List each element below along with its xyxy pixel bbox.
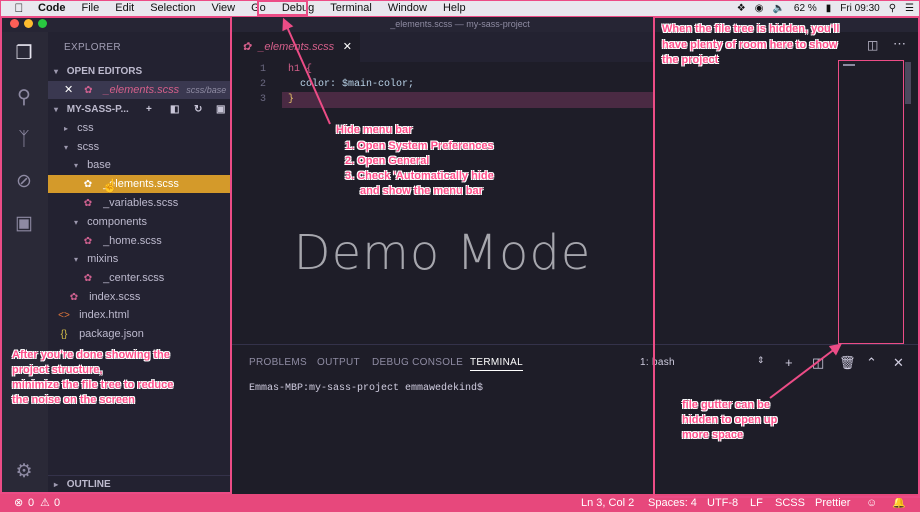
annotation-menu-step: 3. Check 'Automatically hide [345, 170, 494, 182]
annotation-menu-title: Hide menu bar [336, 124, 413, 136]
tab-terminal[interactable]: TERMINAL [470, 357, 523, 371]
cursor-position[interactable]: Ln 3, Col 2 [581, 494, 634, 512]
demo-mode-overlay: Demo Mode [293, 225, 592, 281]
annotation-sidebar: After you're done showing the [12, 349, 170, 361]
annotation-sidebar: the noise on the screen [12, 394, 135, 406]
code-line: color: $main-color; [288, 79, 415, 90]
annotation-menu-step: 1. Open System Preferences [345, 140, 494, 152]
annotation-sidebar: project structure, [12, 364, 103, 376]
annotation-menu-step: 2. Open General [345, 155, 430, 167]
error-count[interactable]: 0 [28, 494, 34, 512]
error-icon[interactable]: ⊗ [14, 494, 23, 512]
annotation-gutter: more space [682, 429, 744, 441]
annotation-filetree: the project [662, 54, 719, 66]
tab-elements-scss[interactable]: ✿ _elements.scss ✕ [232, 32, 360, 62]
editor-tabs: ✿ _elements.scss ✕ [232, 32, 653, 62]
close-icon[interactable]: ✕ [343, 32, 352, 62]
code-line: h1 { [288, 64, 313, 75]
tab-problems[interactable]: PROBLEMS [249, 357, 307, 368]
annotation-filetree: When the file tree is hidden, you'll [662, 23, 840, 35]
warning-count[interactable]: 0 [54, 494, 60, 512]
hand-cursor-icon: ☝ [102, 178, 119, 193]
line-number: 2 [259, 79, 266, 90]
tab-debug-console[interactable]: DEBUG CONSOLE [372, 357, 463, 368]
code-editor[interactable]: 1 2 3 h1 { color: $main-color; } [232, 62, 653, 344]
sidebar-highlight [0, 16, 232, 494]
line-number: 1 [259, 64, 266, 75]
terminal-prompt[interactable]: Emmas-MBP:my-sass-project emmawedekind$ [249, 383, 483, 394]
annotation-menu-step: and show the menu bar [360, 185, 483, 197]
current-line-highlight [282, 92, 653, 108]
annotation-gutter: file gutter can be [682, 399, 771, 411]
tab-label: _elements.scss [258, 41, 335, 53]
code-line: } [288, 94, 295, 105]
annotation-gutter: hidden to open up [682, 414, 778, 426]
sass-file-icon: ✿ [242, 41, 252, 53]
tab-output[interactable]: OUTPUT [317, 357, 360, 368]
annotation-filetree: have plenty of room here to show [662, 39, 838, 51]
annotation-sidebar: minimize the file tree to reduce [12, 379, 174, 391]
line-number: 3 [259, 94, 266, 105]
menubar-highlight [0, 0, 920, 17]
warning-icon[interactable]: ⚠ [40, 494, 50, 512]
